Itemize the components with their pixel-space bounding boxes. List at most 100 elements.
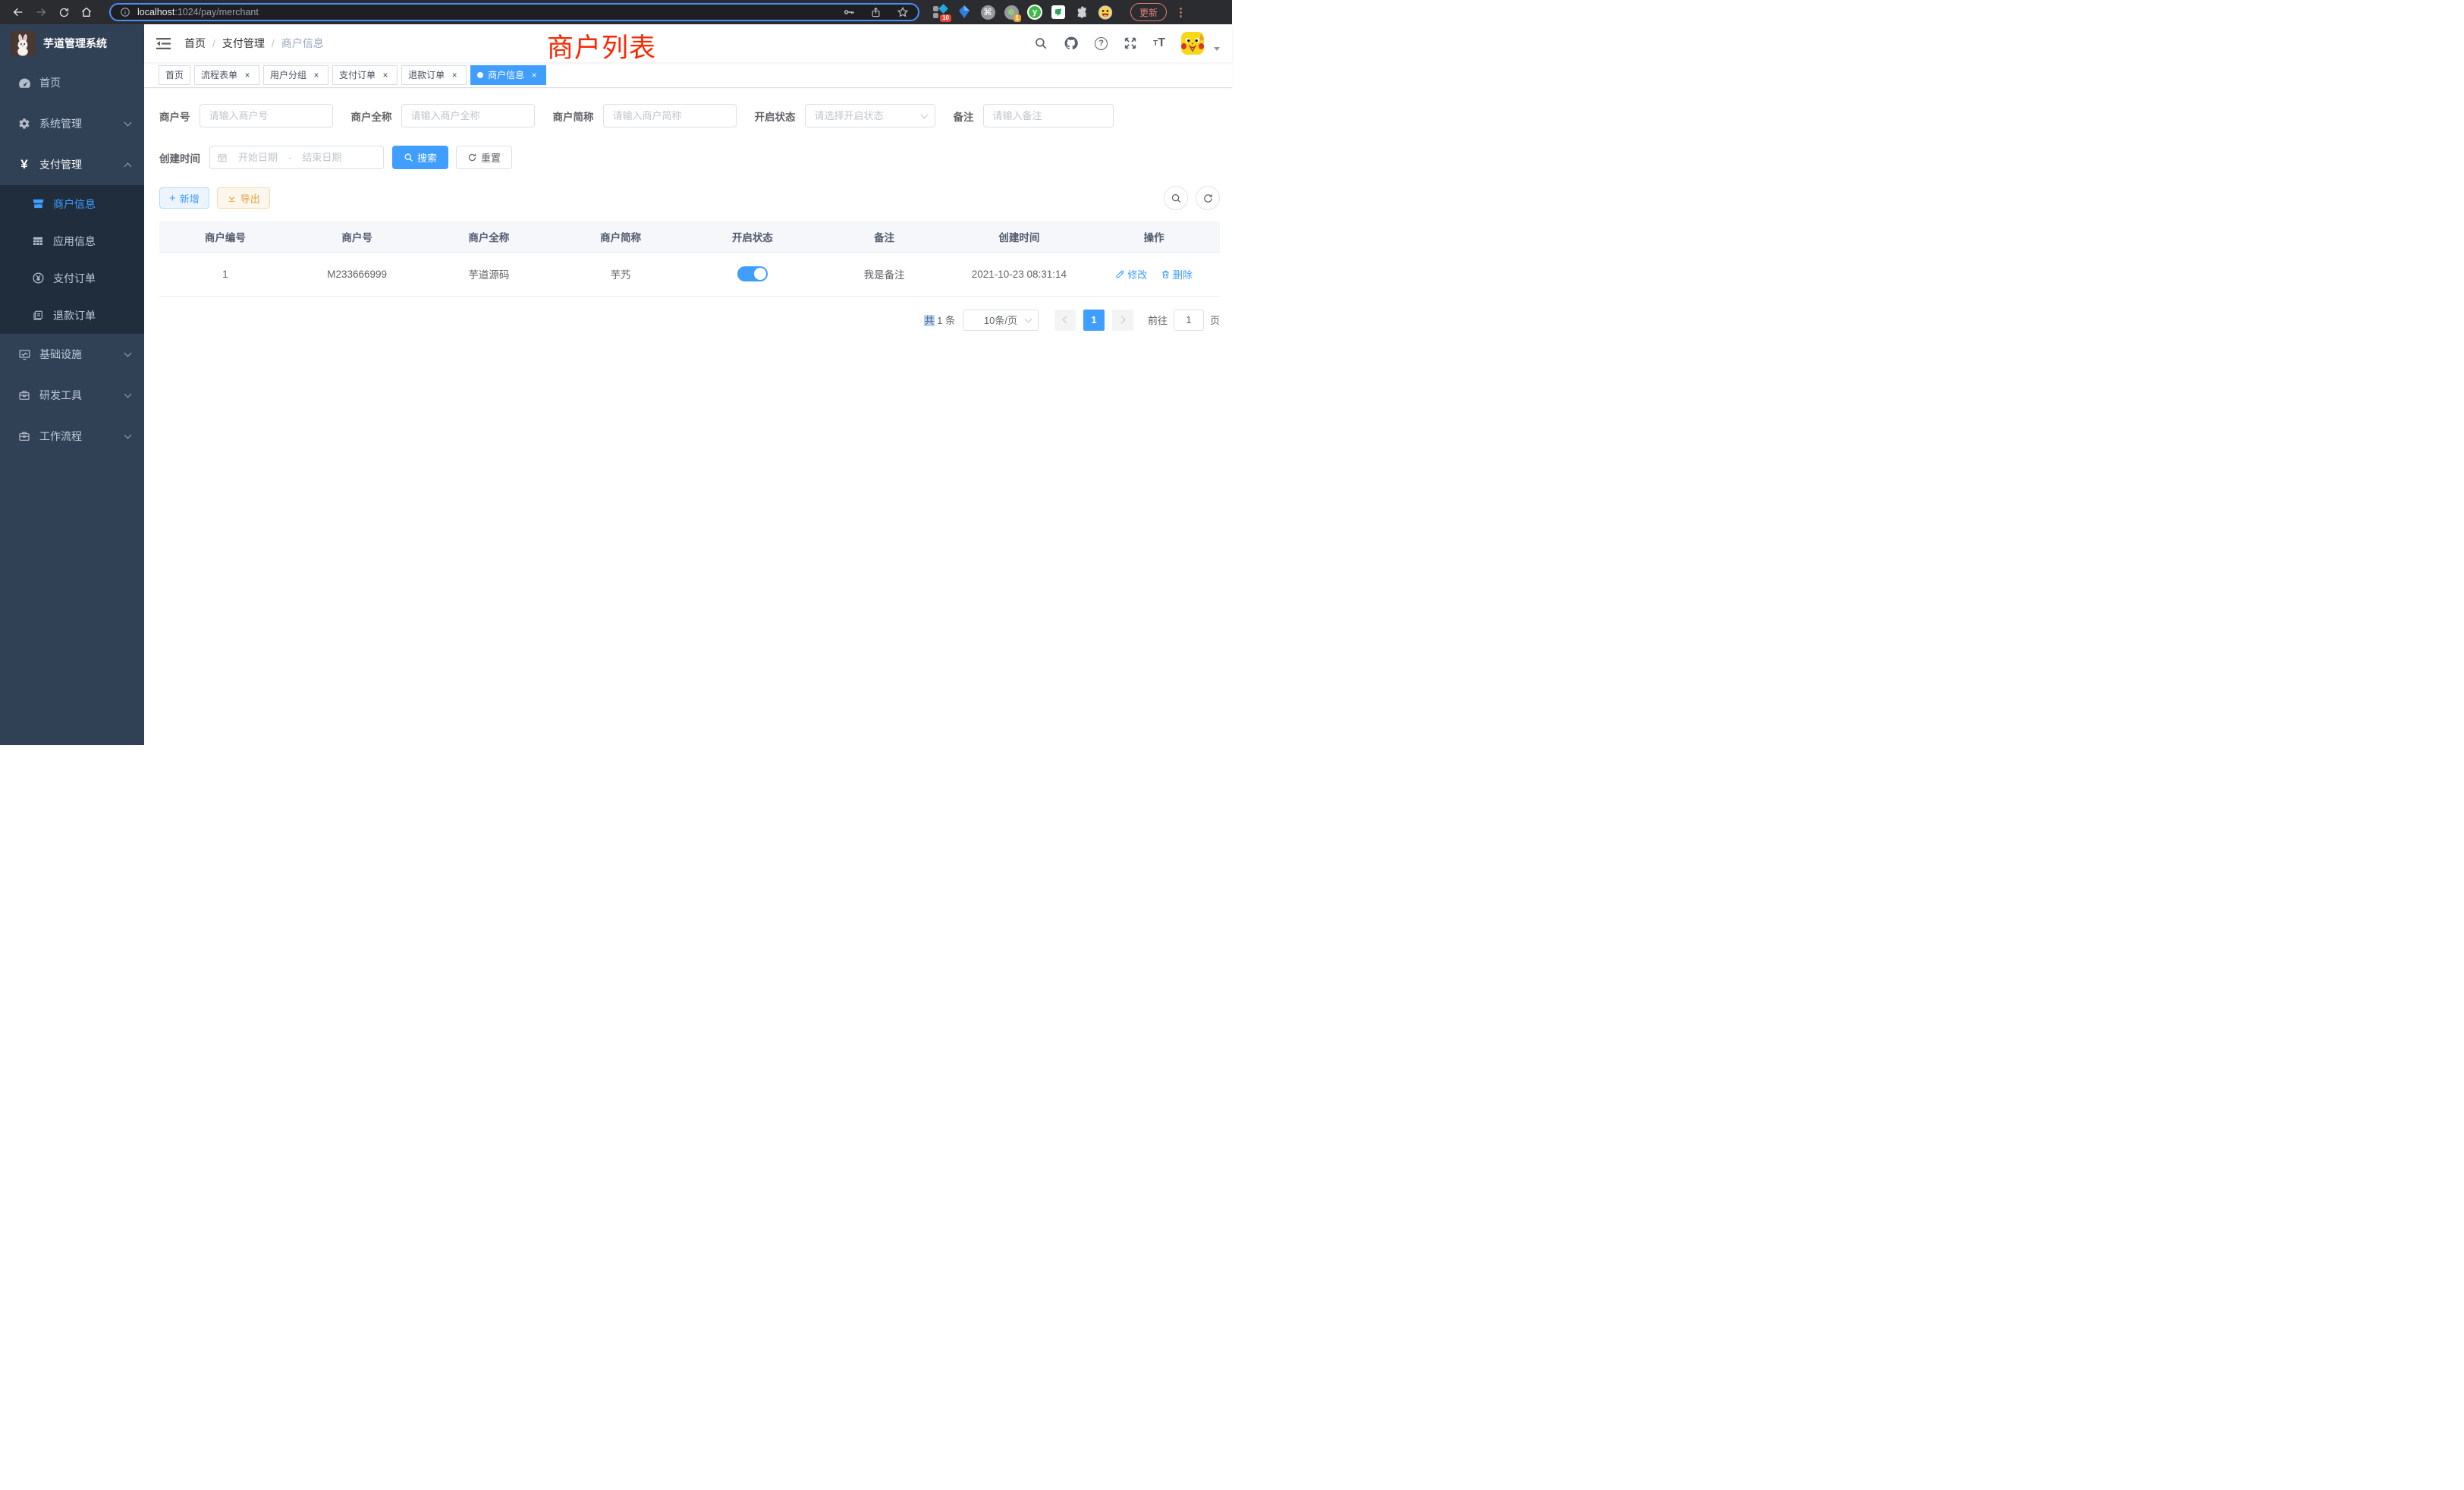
status-toggle[interactable] xyxy=(737,266,768,281)
export-button[interactable]: 导出 xyxy=(217,187,270,209)
sidebar-logo[interactable]: 芋道管理系统 xyxy=(0,24,144,62)
edit-pencil-icon xyxy=(1115,269,1125,279)
user-avatar[interactable] xyxy=(1181,32,1204,55)
sidebar-item-label: 基础设施 xyxy=(39,347,82,362)
status-select[interactable] xyxy=(805,104,935,127)
download-icon xyxy=(227,193,237,203)
extension-yudao-icon[interactable]: y xyxy=(1027,5,1042,20)
full-name-input[interactable] xyxy=(401,104,535,127)
filter-label-merchant-no: 商户号 xyxy=(159,108,190,124)
filter-label-remark: 备注 xyxy=(954,108,974,124)
close-icon[interactable]: × xyxy=(242,70,253,80)
tab-user-group[interactable]: 用户分组× xyxy=(263,65,328,85)
fullscreen-icon[interactable] xyxy=(1124,36,1137,50)
page-info-icon[interactable] xyxy=(120,7,130,17)
breadcrumb-payment[interactable]: 支付管理 xyxy=(222,36,265,51)
font-size-icon[interactable] xyxy=(1153,36,1165,50)
github-icon[interactable] xyxy=(1064,36,1079,51)
sidebar-item-label: 支付管理 xyxy=(39,157,82,172)
header-search-icon[interactable] xyxy=(1034,36,1048,50)
close-icon[interactable]: × xyxy=(529,70,539,80)
close-icon[interactable]: × xyxy=(380,70,391,80)
pagination: 共 1 条 10条/页 1 前往 页 xyxy=(159,310,1220,331)
page-unit-label: 页 xyxy=(1210,313,1220,327)
search-button[interactable]: 搜索 xyxy=(392,146,448,169)
sidebar-item-infrastructure[interactable]: 基础设施 xyxy=(0,334,144,375)
breadcrumb-home[interactable]: 首页 xyxy=(184,36,206,51)
sidebar-item-pay-order[interactable]: 支付订单 xyxy=(0,259,144,297)
sidebar-item-app-info[interactable]: 应用信息 xyxy=(0,222,144,259)
browser-back-icon[interactable] xyxy=(8,2,29,23)
yen-icon xyxy=(16,157,33,172)
short-name-input[interactable] xyxy=(603,104,737,127)
col-merchant-no: 商户号 xyxy=(291,222,423,252)
col-remark: 备注 xyxy=(819,222,951,252)
share-icon[interactable] xyxy=(870,7,882,18)
filter-label-create-time: 创建时间 xyxy=(159,150,200,165)
extension-command-icon[interactable] xyxy=(980,5,995,20)
extension-kite-icon[interactable] xyxy=(957,5,972,20)
close-icon[interactable]: × xyxy=(449,70,460,80)
filter-label-short-name: 商户简称 xyxy=(553,108,594,124)
edit-link[interactable]: 修改 xyxy=(1115,267,1147,281)
tab-home[interactable]: 首页 xyxy=(159,65,190,85)
tab-merchant-info-active[interactable]: 商户信息× xyxy=(470,65,546,85)
browser-update-button[interactable]: 更新 xyxy=(1130,3,1167,21)
browser-forward-icon[interactable] xyxy=(30,2,52,23)
monitor-chart-icon xyxy=(16,348,33,361)
document-copy-icon xyxy=(30,310,46,322)
sidebar-fold-icon[interactable] xyxy=(156,37,171,50)
password-key-icon[interactable] xyxy=(843,6,855,18)
sidebar-item-system[interactable]: 系统管理 xyxy=(0,103,144,144)
help-icon[interactable] xyxy=(1095,37,1108,50)
remark-input[interactable] xyxy=(983,104,1114,127)
add-button[interactable]: 新增 xyxy=(159,187,209,209)
browser-home-icon[interactable] xyxy=(76,2,97,23)
sidebar-item-dev-tools[interactable]: 研发工具 xyxy=(0,375,144,416)
tab-process-form[interactable]: 流程表单× xyxy=(194,65,259,85)
extension-emoji-avatar[interactable] xyxy=(1098,5,1113,20)
sidebar-item-home[interactable]: 首页 xyxy=(0,62,144,103)
sidebar-item-workflow[interactable]: 工作流程 xyxy=(0,416,144,457)
extensions-puzzle-icon[interactable] xyxy=(1074,5,1089,20)
end-date-input[interactable] xyxy=(294,152,349,163)
sidebar-item-label: 系统管理 xyxy=(39,116,82,131)
page-size-select[interactable]: 10条/页 xyxy=(963,310,1039,331)
close-icon[interactable]: × xyxy=(311,70,322,80)
browser-menu-icon[interactable] xyxy=(1175,5,1186,19)
bookmark-star-icon[interactable] xyxy=(897,6,909,18)
reset-button[interactable]: 重置 xyxy=(456,146,512,169)
next-page-button[interactable] xyxy=(1112,310,1133,331)
avatar-caret-icon[interactable] xyxy=(1214,47,1220,51)
tab-pay-order[interactable]: 支付订单× xyxy=(332,65,398,85)
extension-badge: 1 xyxy=(1014,14,1021,22)
chevron-right-icon xyxy=(1118,316,1126,324)
col-merchant-id: 商户编号 xyxy=(159,222,291,252)
sidebar-item-payment[interactable]: 支付管理 xyxy=(0,144,144,185)
tags-view-bar: 首页 流程表单× 用户分组× 支付订单× 退款订单× 商户信息× xyxy=(144,62,1232,88)
sidebar-item-refund-order[interactable]: 退款订单 xyxy=(0,297,144,334)
address-bar[interactable]: localhost:1024/pay/merchant xyxy=(109,3,919,21)
goto-page-input[interactable] xyxy=(1174,310,1204,331)
extension-chat-icon[interactable] xyxy=(1051,5,1066,20)
page-number-1[interactable]: 1 xyxy=(1083,310,1105,331)
chevron-down-icon xyxy=(1025,315,1032,322)
table-refresh-button[interactable] xyxy=(1196,186,1220,210)
extension-profile-icon[interactable]: 1 xyxy=(1004,5,1019,20)
toolbox-icon xyxy=(16,389,33,401)
merchant-no-input[interactable] xyxy=(200,104,333,127)
table-search-toggle-button[interactable] xyxy=(1164,186,1188,210)
col-actions: 操作 xyxy=(1088,222,1220,252)
tab-refund-order[interactable]: 退款订单× xyxy=(401,65,467,85)
browser-reload-icon[interactable] xyxy=(53,2,74,23)
sidebar-item-label: 支付订单 xyxy=(53,271,96,286)
delete-link[interactable]: 删除 xyxy=(1161,267,1193,281)
chevron-down-icon xyxy=(124,118,132,126)
create-time-range-picker[interactable]: - xyxy=(209,146,384,169)
prev-page-button[interactable] xyxy=(1054,310,1076,331)
start-date-input[interactable] xyxy=(231,152,285,163)
col-status: 开启状态 xyxy=(687,222,819,252)
sidebar-item-label: 应用信息 xyxy=(53,234,96,249)
extension-tiles-icon[interactable]: 10 xyxy=(933,5,948,20)
sidebar-item-merchant-info[interactable]: 商户信息 xyxy=(0,185,144,222)
